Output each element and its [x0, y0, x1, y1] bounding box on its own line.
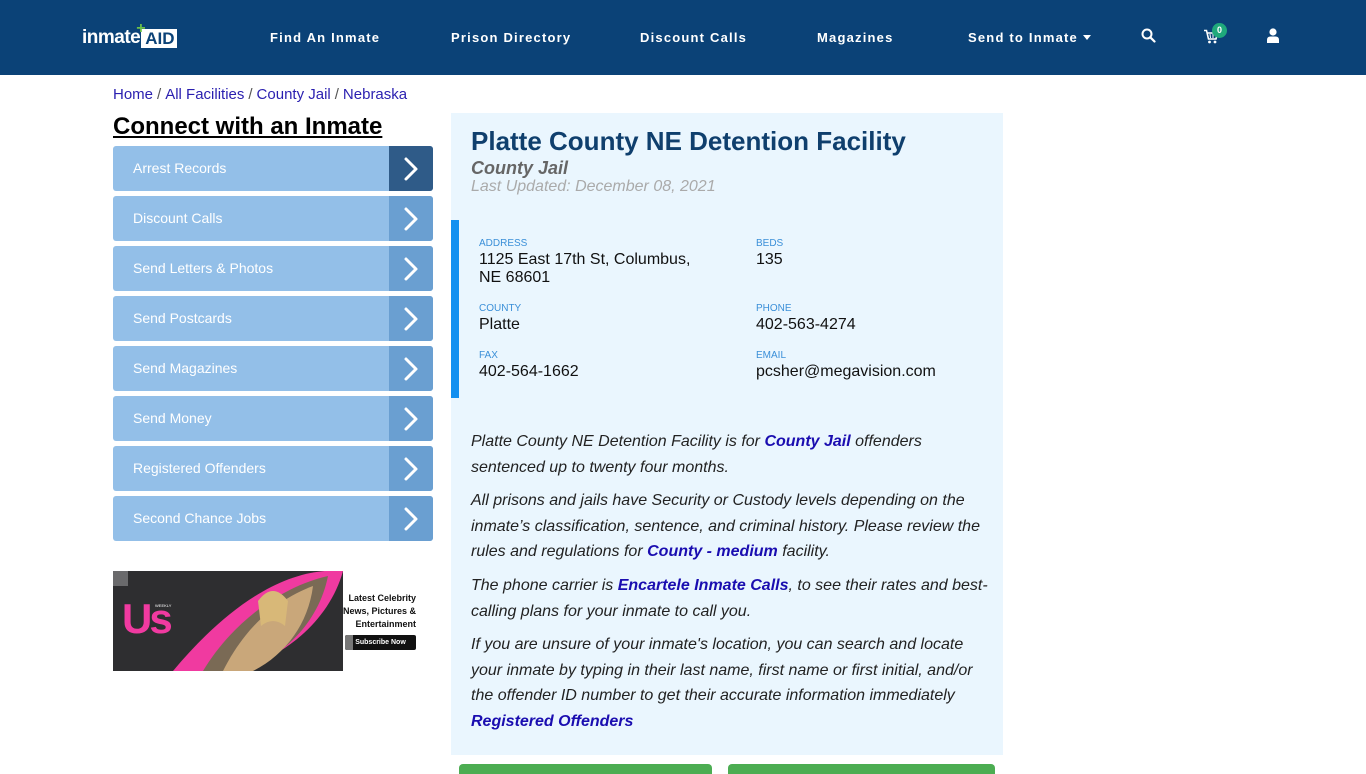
chevron-right-icon: [389, 446, 433, 491]
sidebar-item-label: Send Postcards: [133, 310, 232, 326]
sidebar-item-label: Discount Calls: [133, 210, 223, 226]
sidebar-item-label: Registered Offenders: [133, 460, 266, 476]
chevron-right-icon: [389, 396, 433, 441]
sidebar-item-label: Arrest Records: [133, 160, 227, 176]
county-jail-link[interactable]: County Jail: [764, 433, 850, 450]
sidebar-item-label: Send Magazines: [133, 360, 238, 376]
sidebar-item-label: Send Money: [133, 410, 212, 426]
breadcrumb-separator: /: [334, 86, 339, 103]
facility-info-box: ADDRESS 1125 East 17th St, Columbus, NE …: [451, 220, 1003, 398]
sidebar-item-arrest-records[interactable]: Arrest Records: [113, 146, 433, 191]
logo-text-aid-box: + AID: [136, 20, 177, 48]
nav-discount-calls[interactable]: Discount Calls: [640, 30, 747, 45]
inmateaid-logo[interactable]: inmate + AID: [82, 20, 177, 51]
description-paragraph: The phone carrier is Encartele Inmate Ca…: [471, 573, 991, 624]
cart-count-badge: 0: [1212, 23, 1227, 38]
fax-field: FAX 402-564-1662: [479, 350, 579, 381]
chevron-right-icon: [389, 496, 433, 541]
nav-send-to-inmate-label: Send to Inmate: [968, 30, 1078, 45]
ad-subscribe-button[interactable]: Subscribe Now: [345, 635, 416, 650]
fax-value: 402-564-1662: [479, 363, 579, 380]
breadcrumb-separator: /: [248, 86, 253, 103]
ad-corner-mark: [113, 571, 128, 586]
ad-brand-sub: WEEKLY: [155, 603, 172, 608]
caret-down-icon: [1082, 35, 1091, 41]
top-navbar: inmate + AID Find An Inmate Prison Direc…: [0, 0, 1366, 75]
sidebar-item-registered-offenders[interactable]: Registered Offenders: [113, 446, 433, 491]
nav-find-an-inmate[interactable]: Find An Inmate: [270, 30, 380, 45]
logo-plus-icon: +: [136, 19, 146, 37]
beds-value: 135: [756, 251, 783, 268]
chevron-right-icon: [389, 146, 433, 191]
address-value-line1: 1125 East 17th St, Columbus,: [479, 251, 691, 268]
sidebar-item-label: Send Letters & Photos: [133, 260, 274, 276]
email-label: EMAIL: [756, 350, 787, 361]
sidebar-item-send-magazines[interactable]: Send Magazines: [113, 346, 433, 391]
description-paragraph: All prisons and jails have Security or C…: [471, 488, 991, 565]
sidebar-item-send-postcards[interactable]: Send Postcards: [113, 296, 433, 341]
facility-name-heading: Platte County NE Detention Facility: [471, 126, 906, 156]
ad-headline-line: Entertainment: [355, 619, 416, 629]
sidebar-item-send-money[interactable]: Send Money: [113, 396, 433, 441]
logo-text-aid: AID: [145, 28, 175, 48]
chevron-right-icon: [389, 196, 433, 241]
green-action-button-right[interactable]: [728, 764, 995, 774]
chevron-right-icon: [389, 296, 433, 341]
description-text: If you are unsure of your inmate's locat…: [471, 636, 973, 705]
description-paragraph: Platte County NE Detention Facility is f…: [471, 429, 991, 480]
phone-value[interactable]: 402-563-4274: [756, 316, 856, 334]
breadcrumb-nebraska[interactable]: Nebraska: [343, 86, 407, 103]
phone-label: PHONE: [756, 303, 792, 314]
email-field: EMAIL pcsher@megavision.com: [756, 350, 936, 381]
description-text: facility.: [777, 543, 830, 561]
connect-with-inmate-heading: Connect with an Inmate: [113, 113, 383, 140]
breadcrumb-county-jail[interactable]: County Jail: [257, 86, 331, 103]
county-value: Platte: [479, 316, 520, 333]
description-text: Platte County NE Detention Facility is f…: [471, 433, 765, 450]
description-text: The phone carrier is: [471, 576, 618, 594]
email-value[interactable]: pcsher@megavision.com: [756, 363, 936, 381]
description-paragraph: If you are unsure of your inmate's locat…: [471, 632, 991, 734]
breadcrumb-separator: /: [157, 86, 162, 103]
ad-headline-line: Latest Celebrity: [348, 593, 416, 603]
county-field: COUNTY Platte: [479, 303, 521, 334]
sidebar-item-send-letters-photos[interactable]: Send Letters & Photos: [113, 246, 433, 291]
nav-send-to-inmate[interactable]: Send to Inmate: [968, 30, 1091, 45]
address-label: ADDRESS: [479, 238, 528, 249]
chevron-right-icon: [389, 346, 433, 391]
facility-type: County Jail: [471, 158, 569, 178]
info-accent-bar: [451, 220, 459, 398]
county-label: COUNTY: [479, 303, 522, 314]
address-value-line2: NE 68601: [479, 269, 551, 286]
breadcrumb-all-facilities[interactable]: All Facilities: [165, 86, 244, 103]
facility-panel: Platte County NE Detention Facility Coun…: [451, 113, 1003, 755]
last-updated: Last Updated: December 08, 2021: [471, 178, 716, 195]
user-icon[interactable]: [1267, 28, 1279, 48]
sidebar-item-second-chance-jobs[interactable]: Second Chance Jobs: [113, 496, 433, 541]
breadcrumb-home[interactable]: Home: [113, 86, 153, 103]
sidebar-item-label: Second Chance Jobs: [133, 510, 267, 526]
sidebar-item-discount-calls[interactable]: Discount Calls: [113, 196, 433, 241]
nav-prison-directory[interactable]: Prison Directory: [451, 30, 571, 45]
logo-text-inmate: inmate: [82, 27, 141, 48]
ad-headline-line: News, Pictures &: [342, 606, 416, 616]
nav-magazines[interactable]: Magazines: [817, 30, 894, 45]
fax-label: FAX: [479, 350, 498, 361]
chevron-right-icon: [389, 246, 433, 291]
registered-offenders-link[interactable]: Registered Offenders: [471, 713, 633, 730]
beds-label: BEDS: [756, 238, 784, 249]
facility-description: Platte County NE Detention Facility is f…: [471, 429, 991, 743]
search-icon[interactable]: [1141, 28, 1156, 48]
county-medium-link[interactable]: County - medium: [647, 543, 778, 560]
phone-field: PHONE 402-563-4274: [756, 303, 856, 334]
green-action-button-left[interactable]: [459, 764, 712, 774]
breadcrumb: Home / All Facilities / County Jail / Nebraska: [113, 86, 407, 103]
us-weekly-ad-banner[interactable]: Us WEEKLY Latest Celebrity News, Picture…: [113, 571, 433, 671]
address-field: ADDRESS 1125 East 17th St, Columbus, NE …: [479, 238, 690, 287]
beds-field: BEDS 135: [756, 238, 783, 269]
encartele-inmate-calls-link[interactable]: Encartele Inmate Calls: [618, 577, 789, 594]
ad-headline: Latest Celebrity News, Pictures & Entert…: [343, 592, 416, 631]
